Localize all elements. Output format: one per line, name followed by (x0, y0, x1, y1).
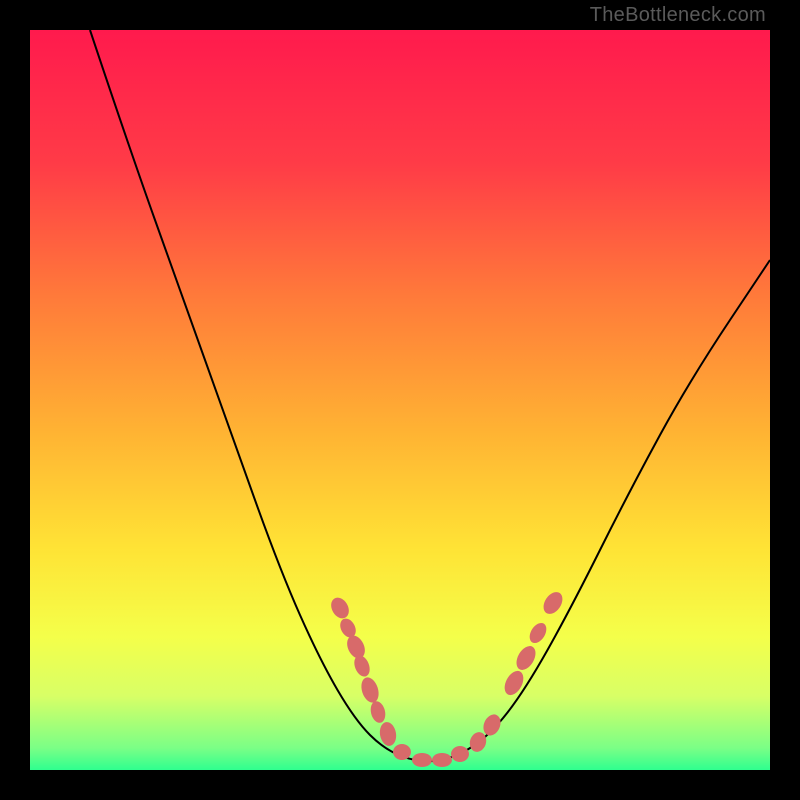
watermark-text: TheBottleneck.com (590, 4, 766, 27)
gradient-background (30, 30, 770, 770)
gradient-rect (30, 30, 770, 770)
chart-frame (30, 30, 770, 770)
